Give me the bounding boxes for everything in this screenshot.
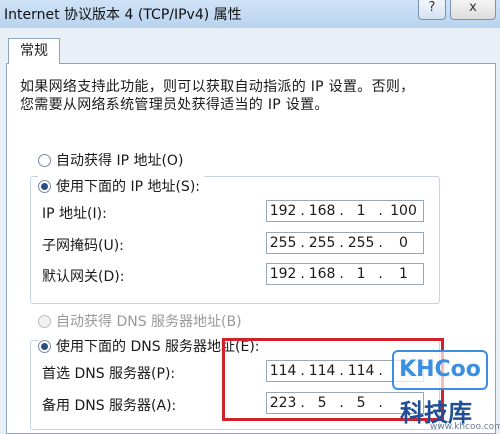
ip-octet[interactable]: 168	[306, 203, 338, 219]
ip-octet[interactable]: 1	[345, 266, 377, 282]
preferred-dns-label: 首选 DNS 服务器(P):	[42, 366, 176, 382]
ip-octet[interactable]: 1	[384, 266, 423, 282]
description-line-1: 如果网络支持此功能，则可以获取自动指派的 IP 设置。否则，	[20, 79, 415, 95]
manual-ip-label: 使用下面的 IP 地址(S):	[56, 179, 200, 195]
default-gateway-label: 默认网关(D):	[42, 269, 125, 285]
radio-button-selected-icon[interactable]	[38, 179, 51, 193]
ip-octet[interactable]: 192	[267, 266, 299, 282]
help-button[interactable]: ?	[418, 0, 446, 20]
octet-separator: .	[339, 266, 344, 282]
octet-separator: .	[300, 203, 305, 219]
ip-octet[interactable]: 168	[306, 266, 338, 282]
ip-address-input[interactable]: 192. 168. 1. 100	[266, 200, 424, 222]
subnet-mask-label: 子网掩码(U):	[42, 238, 124, 254]
ip-octet[interactable]: 255	[345, 235, 377, 251]
ip-address-label: IP 地址(I):	[42, 206, 107, 222]
radio-button-disabled-icon[interactable]	[38, 314, 51, 328]
radio-button-icon[interactable]	[38, 153, 51, 167]
ip-octet[interactable]: 100	[384, 203, 423, 219]
octet-separator: .	[300, 235, 305, 251]
radio-button-selected-icon[interactable]	[38, 339, 51, 353]
octet-separator: .	[300, 266, 305, 282]
description-line-2: 您需要从网络系统管理员处获得适当的 IP 设置。	[20, 97, 329, 113]
octet-separator: .	[378, 203, 383, 219]
ip-octet[interactable]: 192	[267, 203, 299, 219]
watermark-url: www.khcoo.com	[430, 422, 500, 432]
default-gateway-input[interactable]: 192. 168. 1. 1	[266, 263, 424, 285]
auto-dns-radio[interactable]: 自动获得 DNS 服务器地址(B)	[38, 311, 246, 331]
ip-octet[interactable]: 1	[345, 203, 377, 219]
ip-octet[interactable]: 255	[267, 235, 299, 251]
description-text: 如果网络支持此功能，则可以获取自动指派的 IP 设置。否则， 您需要从网络系统管…	[20, 78, 480, 114]
watermark-logo: KHCoo	[392, 350, 488, 390]
octet-separator: .	[378, 266, 383, 282]
auto-dns-label: 自动获得 DNS 服务器地址(B)	[56, 314, 242, 330]
alternate-dns-label: 备用 DNS 服务器(A):	[42, 398, 177, 414]
auto-ip-radio[interactable]: 自动获得 IP 地址(O)	[38, 150, 188, 170]
title-bar: Internet 协议版本 4 (TCP/IPv4) 属性 ? x	[0, 0, 500, 28]
tab-general[interactable]: 常规	[8, 38, 60, 64]
window-title: Internet 协议版本 4 (TCP/IPv4) 属性	[4, 7, 242, 23]
ip-octet[interactable]: 0	[384, 235, 423, 251]
auto-ip-label: 自动获得 IP 地址(O)	[56, 153, 184, 169]
octet-separator: .	[339, 203, 344, 219]
ip-octet[interactable]: 255	[306, 235, 338, 251]
octet-separator: .	[378, 235, 383, 251]
octet-separator: .	[339, 235, 344, 251]
subnet-mask-input[interactable]: 255. 255. 255. 0	[266, 232, 424, 254]
close-button[interactable]: x	[450, 0, 496, 20]
manual-ip-radio[interactable]: 使用下面的 IP 地址(S):	[38, 176, 204, 196]
